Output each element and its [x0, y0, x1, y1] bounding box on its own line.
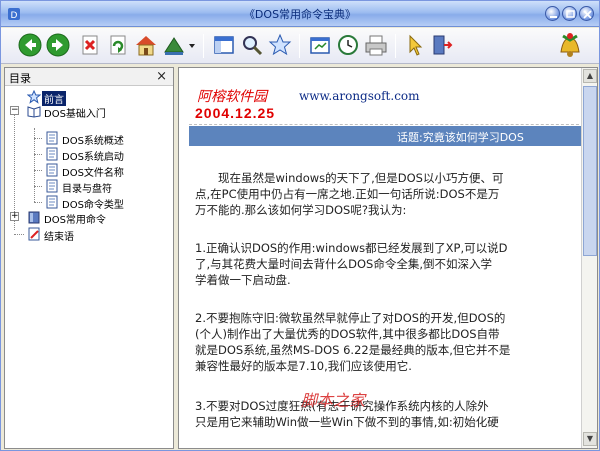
- content-panel: 阿榕软件园 www.arongsoft.com 2004.12.25 话题:究竟…: [178, 67, 598, 449]
- print-icon[interactable]: [363, 32, 389, 58]
- page-icon: [45, 195, 59, 209]
- toc-label: DOS系统启动: [62, 152, 124, 163]
- scroll-thumb[interactable]: [583, 86, 597, 256]
- page-icon: [45, 147, 59, 161]
- paragraph-line: 点,在PC使用中仍占有一席之地.正如一句话所说:DOS不是万: [195, 187, 500, 201]
- refresh-icon[interactable]: [105, 32, 131, 58]
- close-button[interactable]: [579, 6, 594, 21]
- paragraph: 3.不要对DOS过度狂热(有志于研究操作系统内核的人除外 只是用它来辅助Win做…: [195, 398, 581, 430]
- favorites-icon[interactable]: [267, 32, 293, 58]
- header-divider: [189, 124, 581, 125]
- toc-label: 目录与盘符: [62, 184, 112, 195]
- paragraph-line: 学着做一下启动盘.: [195, 273, 291, 287]
- paragraph: 现在虽然是windows的天下了,但是DOS以小巧方便、可 点,在PC使用中仍占…: [195, 170, 581, 218]
- paragraph-line: 2.不要抱陈守旧:微软虽然早就停止了对DOS的开发,但DOS的: [195, 311, 506, 325]
- collapse-toggle[interactable]: −: [10, 106, 19, 115]
- toc-label: DOS命令类型: [62, 200, 124, 211]
- site-url[interactable]: www.arongsoft.com: [299, 89, 420, 103]
- paragraph-line: 3.不要对DOS过度狂热(有志于研究操作系统内核的人除外: [195, 399, 489, 413]
- app-window: D 《DOS常用命令宝典》 目录 × 前言 − DOS基础入门 DOS系统概述 …: [0, 0, 600, 451]
- vertical-scrollbar[interactable]: ▲ ▼: [581, 68, 597, 448]
- toc-header: 目录 ×: [5, 68, 173, 86]
- book-icon: [27, 210, 41, 224]
- forward-icon[interactable]: [45, 32, 71, 58]
- article-header: 阿榕软件园 www.arongsoft.com 2004.12.25: [189, 82, 581, 124]
- toc-label: 结束语: [44, 232, 74, 243]
- topic-title: 话题:究竟该如何学习DOS: [397, 131, 524, 144]
- toc-label: DOS常用命令: [44, 215, 106, 226]
- topic-band: 话题:究竟该如何学习DOS: [189, 126, 581, 146]
- paragraph: 1.正确认识DOS的作用:windows都已经发展到了XP,可以说D 了,与其花…: [195, 240, 581, 288]
- options-icon[interactable]: [307, 32, 333, 58]
- window-title: 《DOS常用命令宝典》: [243, 8, 357, 21]
- toggle-panel-icon[interactable]: [211, 32, 237, 58]
- tools-icon[interactable]: [161, 32, 187, 58]
- paragraph-line: (个人)制作出了大量优秀的DOS软件,其中很多都比DOS自带: [195, 327, 500, 341]
- toc-label: 前言: [42, 91, 66, 106]
- paragraph-line: 只是用它来辅助Win做一些Win下做不到的事情,如:初始化硬: [195, 415, 499, 429]
- toolbar: [1, 28, 599, 64]
- toc-close-icon[interactable]: ×: [156, 69, 167, 84]
- paragraph-line: 就是DOS系统,虽然MS-DOS 6.22是最经典的版本,但它并不是: [195, 343, 511, 357]
- paragraph: 2.不要抱陈守旧:微软虽然早就停止了对DOS的开发,但DOS的 (个人)制作出了…: [195, 310, 581, 374]
- paragraph-line: 了,与其花费大量时间去背什么DOS命令全集,倒不如深入学: [195, 257, 493, 271]
- page-pencil-icon: [27, 227, 41, 241]
- toc-label: DOS系统概述: [62, 136, 124, 147]
- star-icon: [26, 89, 42, 104]
- toc-label: DOS基础入门: [44, 109, 106, 120]
- toc-panel: 目录 × 前言 − DOS基础入门 DOS系统概述 DOS系统启动 DOS文件名…: [4, 67, 174, 449]
- open-book-icon: [27, 104, 41, 118]
- history-icon[interactable]: [335, 32, 361, 58]
- expand-toggle[interactable]: +: [10, 212, 19, 221]
- title-bar: D 《DOS常用命令宝典》: [1, 1, 599, 27]
- article: 阿榕软件园 www.arongsoft.com 2004.12.25 话题:究竟…: [189, 82, 581, 442]
- back-icon[interactable]: [17, 32, 43, 58]
- watermark: 脚本之家: [301, 391, 366, 410]
- paragraph-line: 1.正确认识DOS的作用:windows都已经发展到了XP,可以说D: [195, 241, 508, 255]
- maximize-button[interactable]: [562, 6, 577, 21]
- page-icon: [45, 179, 59, 193]
- publish-date: 2004.12.25: [195, 105, 276, 121]
- brand-name: 阿榕软件园: [197, 89, 267, 105]
- page-icon: [45, 163, 59, 177]
- page-icon: [45, 131, 59, 145]
- pointer-icon[interactable]: [401, 32, 427, 58]
- dropdown-icon[interactable]: [187, 32, 197, 58]
- toc-title: 目录: [9, 72, 31, 85]
- bell-icon: [553, 30, 587, 62]
- paragraph-line: 现在虽然是windows的天下了,但是DOS以小巧方便、可: [195, 171, 504, 185]
- search-icon[interactable]: [239, 32, 265, 58]
- paragraph-line: 兼容性最好的版本是7.10,我们应该使用它.: [195, 359, 412, 373]
- home-icon[interactable]: [133, 32, 159, 58]
- minimize-button[interactable]: [545, 6, 560, 21]
- scroll-down-icon[interactable]: ▼: [583, 432, 597, 446]
- toc-label: DOS文件名称: [62, 168, 124, 179]
- stop-icon[interactable]: [77, 32, 103, 58]
- paragraph-line: 万不能的.那么该如何学习DOS呢?我认为:: [195, 203, 407, 217]
- exit-icon[interactable]: [429, 32, 455, 58]
- scroll-up-icon[interactable]: ▲: [583, 69, 597, 83]
